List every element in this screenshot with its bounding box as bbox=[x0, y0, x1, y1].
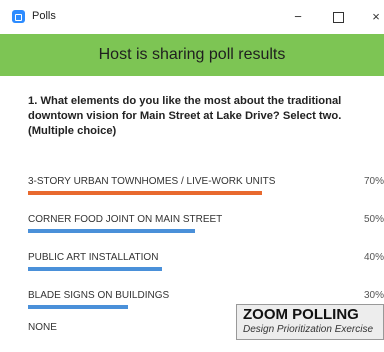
option-label: BLADE SIGNS ON BUILDINGS bbox=[28, 290, 170, 301]
poll-sharing-banner: Host is sharing poll results bbox=[0, 34, 384, 76]
window-titlebar: Polls − × bbox=[0, 0, 384, 34]
option-label: 3-STORY URBAN TOWNHOMES / LIVE-WORK UNIT… bbox=[28, 176, 276, 187]
option-bar-track bbox=[28, 267, 362, 271]
maximize-button[interactable] bbox=[328, 7, 348, 27]
option-label: PUBLIC ART INSTALLATION bbox=[28, 252, 159, 263]
caption-title: ZOOM POLLING bbox=[243, 306, 359, 323]
close-button[interactable]: × bbox=[366, 7, 384, 27]
option-bar bbox=[28, 267, 162, 271]
window-title: Polls bbox=[32, 10, 56, 22]
option-bar bbox=[28, 229, 195, 233]
option-bar bbox=[28, 305, 128, 309]
option-bar-track bbox=[28, 191, 362, 195]
poll-option: CORNER FOOD JOINT ON MAIN STREET 50% bbox=[28, 214, 384, 244]
poll-option: PUBLIC ART INSTALLATION 40% bbox=[28, 252, 384, 282]
option-label: CORNER FOOD JOINT ON MAIN STREET bbox=[28, 214, 223, 225]
poll-question: 1. What elements do you like the most ab… bbox=[28, 95, 342, 137]
maximize-icon bbox=[332, 12, 344, 23]
option-percent: 40% bbox=[363, 252, 384, 263]
minimize-button[interactable]: − bbox=[288, 7, 308, 27]
option-percent: 30% bbox=[363, 290, 384, 301]
option-bar-track bbox=[28, 229, 362, 233]
option-percent: 50% bbox=[363, 214, 384, 225]
poll-option: 3-STORY URBAN TOWNHOMES / LIVE-WORK UNIT… bbox=[28, 176, 384, 206]
option-bar bbox=[28, 191, 262, 195]
zoom-app-icon bbox=[12, 10, 25, 23]
option-percent: 70% bbox=[363, 176, 384, 187]
caption-subtitle: Design Prioritization Exercise bbox=[243, 324, 374, 335]
option-label: NONE bbox=[28, 322, 57, 333]
zoom-polling-caption: ZOOM POLLING Design Prioritization Exerc… bbox=[236, 304, 384, 340]
